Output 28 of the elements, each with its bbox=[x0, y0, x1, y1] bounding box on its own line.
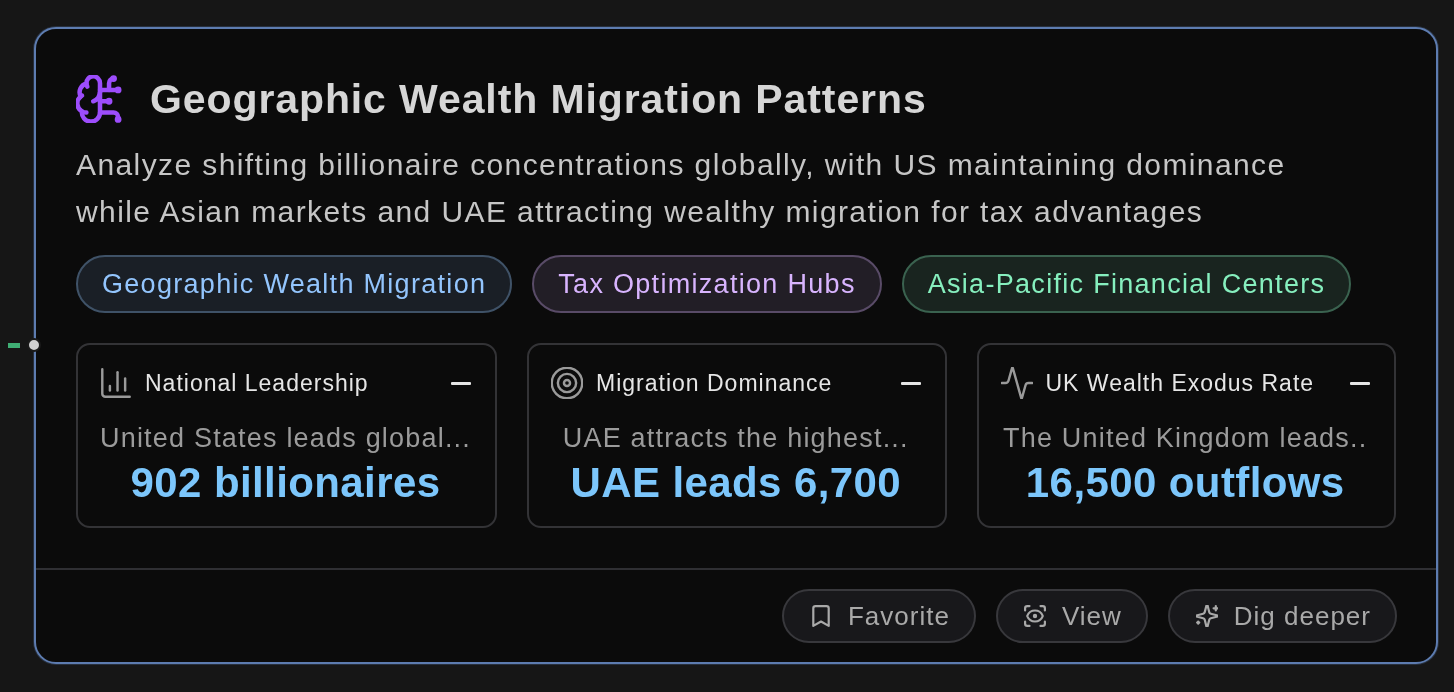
connection-handle[interactable] bbox=[27, 338, 41, 352]
bar-chart-icon bbox=[100, 367, 132, 399]
tag: Asia-Pacific Financial Centers bbox=[901, 255, 1352, 313]
metric-label: UK Wealth Exodus Rate bbox=[1045, 369, 1316, 397]
minus-icon bbox=[900, 381, 921, 385]
scan-eye-icon bbox=[1023, 605, 1046, 627]
tag: Geographic Wealth Migration bbox=[76, 255, 513, 313]
card-description: Analyze shifting billionaire concentrations globally, with US maintaining dominance while Asian markets and UAE attracting wealthy migration for tax advantages bbox=[76, 147, 1287, 230]
brain-circuit-icon bbox=[76, 75, 124, 123]
metric-summary: The United Kingdom leads.. bbox=[1002, 423, 1369, 454]
view-button[interactable]: View bbox=[995, 589, 1148, 643]
dig-deeper-button[interactable]: Dig deeper bbox=[1167, 589, 1397, 643]
minus-icon bbox=[1350, 381, 1370, 385]
bookmark-icon bbox=[810, 605, 832, 627]
favorite-button[interactable]: Favorite bbox=[782, 589, 976, 643]
tag: Tax Optimization Hubs bbox=[532, 255, 882, 313]
card-title: Geographic Wealth Migration Patterns bbox=[150, 75, 927, 123]
minus-icon bbox=[451, 381, 471, 385]
pulse-line-icon bbox=[1000, 367, 1033, 399]
metric-value: UAE leads 6,700 bbox=[569, 460, 902, 506]
metric-summary: UAE attracts the highest... bbox=[561, 423, 910, 454]
metric-label: National Leadership bbox=[145, 369, 370, 397]
metric-label: Migration Dominance bbox=[596, 369, 834, 397]
target-icon bbox=[551, 367, 583, 399]
metric-value: 16,500 outflows bbox=[1024, 460, 1346, 506]
sparkle-icon bbox=[1195, 605, 1218, 627]
metric-summary: United States leads global... bbox=[100, 423, 471, 454]
metric-value: 902 billionaires bbox=[129, 460, 442, 506]
